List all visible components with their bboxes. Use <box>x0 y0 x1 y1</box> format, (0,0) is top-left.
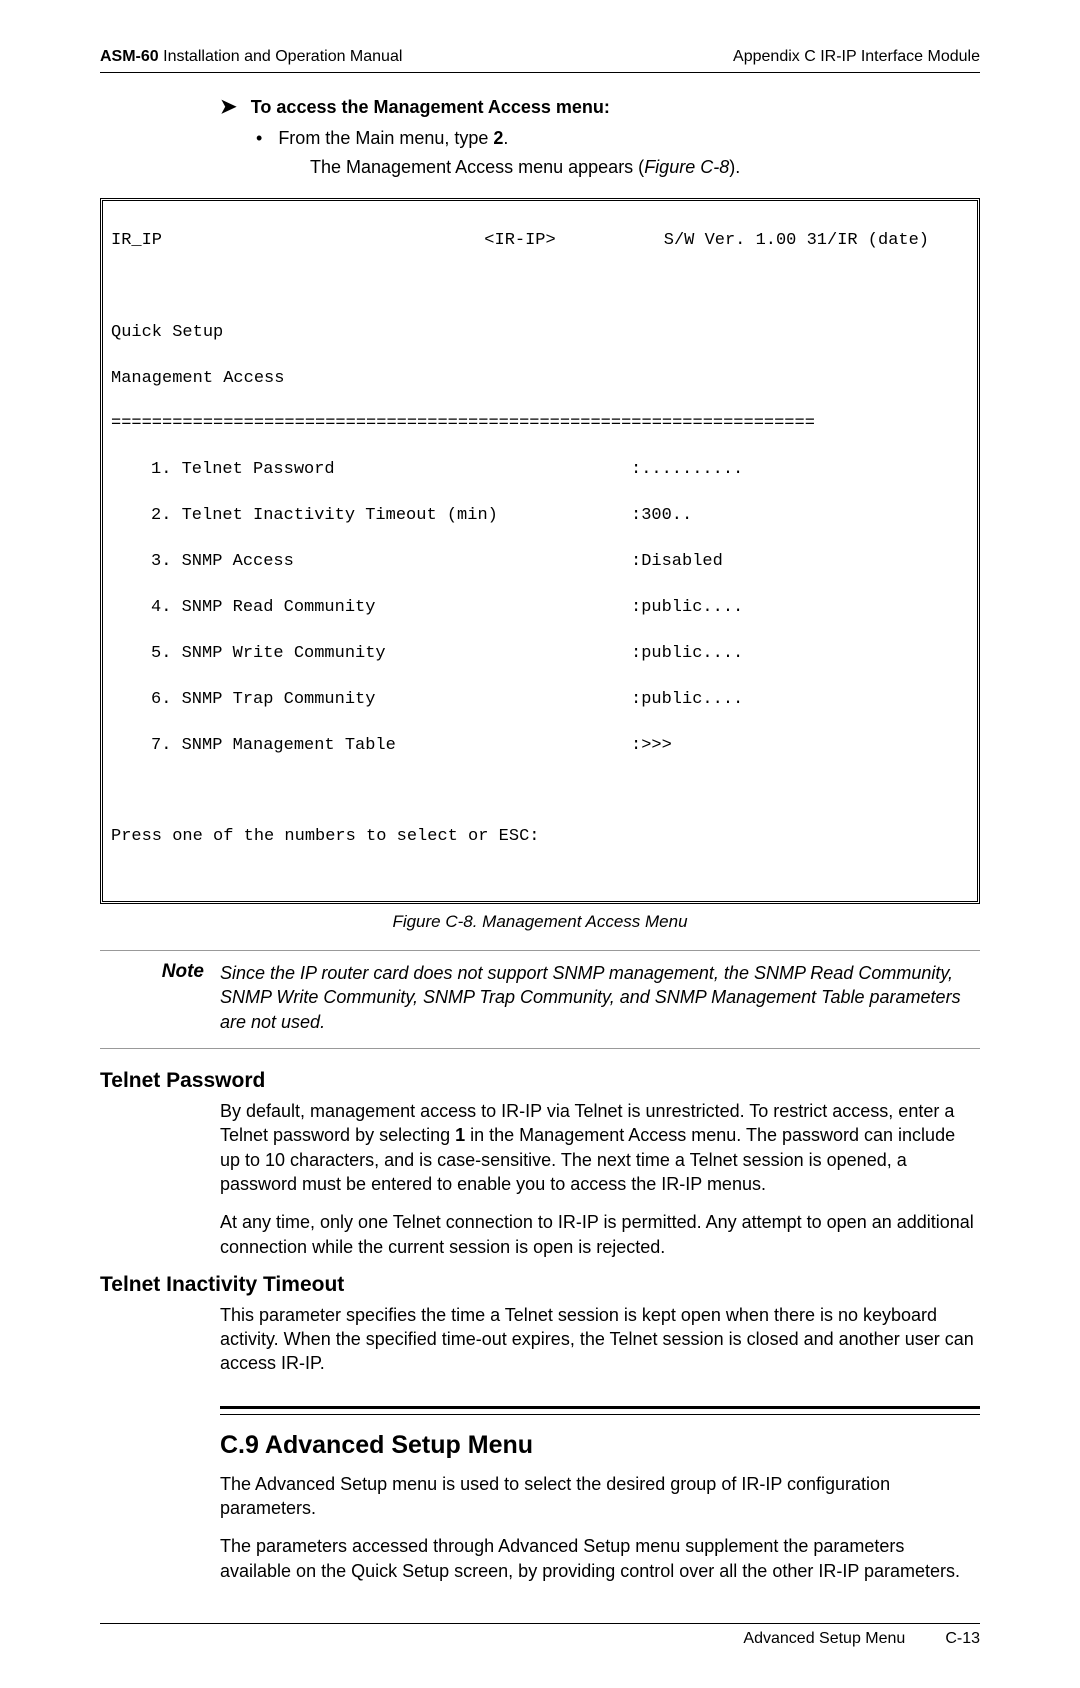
term-row: 3. SNMP Access:Disabled <box>111 551 969 574</box>
procedure-title: To access the Management Access menu: <box>251 97 610 118</box>
section-divider <box>220 1406 980 1415</box>
term-row: 6. SNMP Trap Community:public.... <box>111 689 969 712</box>
product-name: ASM-60 <box>100 48 159 65</box>
term-row: 7. SNMP Management Table:>>> <box>111 735 969 758</box>
telnet-timeout-p1: This parameter specifies the time a Teln… <box>220 1303 980 1376</box>
footer-page-number: C-13 <box>945 1630 980 1648</box>
term-header-right: S/W Ver. 1.00 31/IR (date) <box>656 230 969 253</box>
term-line-quicksetup: Quick Setup <box>111 322 969 345</box>
term-row: 2. Telnet Inactivity Timeout (min):300.. <box>111 505 969 528</box>
procedure-title-line: ➤ To access the Management Access menu: <box>220 97 980 118</box>
procedure-block: ➤ To access the Management Access menu: … <box>220 97 980 178</box>
advanced-setup-p2: The parameters accessed through Advanced… <box>220 1534 980 1583</box>
bullet-icon: • <box>256 129 262 147</box>
term-header-left: IR_IP <box>111 230 384 253</box>
procedure-step: • From the Main menu, type 2. <box>256 128 980 149</box>
page-header: ASM-60 Installation and Operation Manual… <box>100 48 980 73</box>
term-header-center: <IR-IP> <box>384 230 657 253</box>
procedure-result: The Management Access menu appears (Figu… <box>310 157 980 178</box>
term-row: 5. SNMP Write Community:public.... <box>111 643 969 666</box>
advanced-setup-p1: The Advanced Setup menu is used to selec… <box>220 1472 980 1521</box>
telnet-password-p1: By default, management access to IR-IP v… <box>220 1099 980 1196</box>
telnet-password-p2: At any time, only one Telnet connection … <box>220 1210 980 1259</box>
note-text: Since the IP router card does not suppor… <box>220 961 980 1034</box>
terminal-screen: IR_IP<IR-IP>S/W Ver. 1.00 31/IR (date) Q… <box>100 198 980 904</box>
figure-caption: Figure C-8. Management Access Menu <box>100 912 980 932</box>
page-footer: Advanced Setup Menu C-13 <box>100 1624 980 1648</box>
term-prompt: Press one of the numbers to select or ES… <box>111 826 969 849</box>
procedure-step-text: From the Main menu, type 2. <box>278 128 508 149</box>
term-divider: ========================================… <box>111 413 969 436</box>
manual-title: Installation and Operation Manual <box>163 48 402 65</box>
term-row: 4. SNMP Read Community:public.... <box>111 597 969 620</box>
heading-telnet-password: Telnet Password <box>100 1069 980 1093</box>
note-label: Note <box>100 961 220 1034</box>
term-line-mgmtaccess: Management Access <box>111 368 969 391</box>
term-row: 1. Telnet Password:.......... <box>111 459 969 482</box>
heading-advanced-setup: C.9 Advanced Setup Menu <box>220 1431 980 1460</box>
note-block: Note Since the IP router card does not s… <box>100 950 980 1049</box>
header-right: Appendix C IR-IP Interface Module <box>733 48 980 66</box>
heading-telnet-timeout: Telnet Inactivity Timeout <box>100 1273 980 1297</box>
header-left: ASM-60 Installation and Operation Manual <box>100 48 402 66</box>
procedure-arrow-icon: ➤ <box>220 97 237 117</box>
footer-section: Advanced Setup Menu <box>743 1630 905 1648</box>
